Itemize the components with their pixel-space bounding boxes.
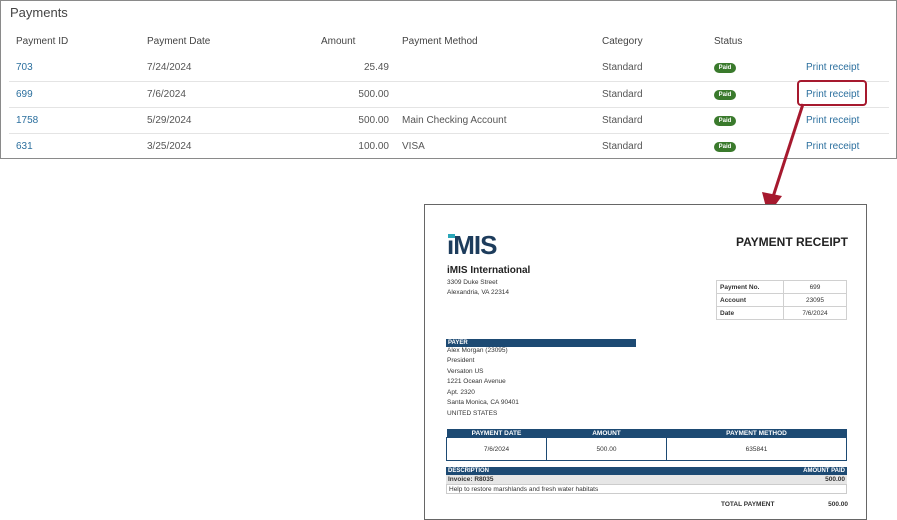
payer-line: Santa Monica, CA 90401 <box>447 399 519 406</box>
meta-label: Account <box>716 293 784 307</box>
pm-header-method: PAYMENT METHOD <box>666 429 847 438</box>
invoice-label: Invoice: R8035 <box>448 476 494 483</box>
meta-value: 7/6/2024 <box>783 306 847 320</box>
imis-logo: iMIS <box>447 230 497 261</box>
meta-value: 23095 <box>783 293 847 307</box>
description-label: DESCRIPTION <box>448 468 490 474</box>
invoice-amount: 500.00 <box>825 476 845 483</box>
payer-line: Alex Morgan (23095) <box>447 347 508 354</box>
pm-amount: 500.00 <box>546 437 667 461</box>
payer-line: Versaton US <box>447 368 484 375</box>
payment-receipt: iMIS PAYMENT RECEIPT iMIS International … <box>424 204 867 520</box>
org-address-line: 3309 Duke Street <box>447 279 498 286</box>
pm-method: 635841 <box>666 437 847 461</box>
total-payment-label: TOTAL PAYMENT <box>721 501 775 508</box>
pm-header-amount: AMOUNT <box>546 429 667 438</box>
pm-header-date: PAYMENT DATE <box>446 429 547 438</box>
logo-accent-icon <box>448 234 455 238</box>
invoice-row: Invoice: R8035 500.00 <box>446 475 847 484</box>
meta-value: 699 <box>783 280 847 294</box>
invoice-description: Help to restore marshlands and fresh wat… <box>446 484 847 494</box>
arrow-line <box>770 103 805 201</box>
total-payment-value: 500.00 <box>828 501 848 508</box>
amount-paid-label: AMOUNT PAID <box>803 468 845 474</box>
payer-header: PAYER <box>446 339 636 347</box>
description-header: DESCRIPTION AMOUNT PAID <box>446 467 847 475</box>
payer-line: 1221 Ocean Avenue <box>447 378 506 385</box>
org-address-line: Alexandria, VA 22314 <box>447 289 510 296</box>
org-name: iMIS International <box>447 265 531 276</box>
meta-label: Date <box>716 306 784 320</box>
payer-line: President <box>447 357 475 364</box>
meta-label: Payment No. <box>716 280 784 294</box>
receipt-title: PAYMENT RECEIPT <box>735 235 848 249</box>
payer-line: Apt. 2320 <box>447 389 475 396</box>
receipt-meta-table: Payment No. 699 Account 23095 Date 7/6/2024 <box>716 280 847 320</box>
pm-date: 7/6/2024 <box>446 437 547 461</box>
payment-method-table: PAYMENT DATE AMOUNT PAYMENT METHOD 7/6/2… <box>446 429 847 461</box>
payer-line: UNITED STATES <box>447 410 498 417</box>
